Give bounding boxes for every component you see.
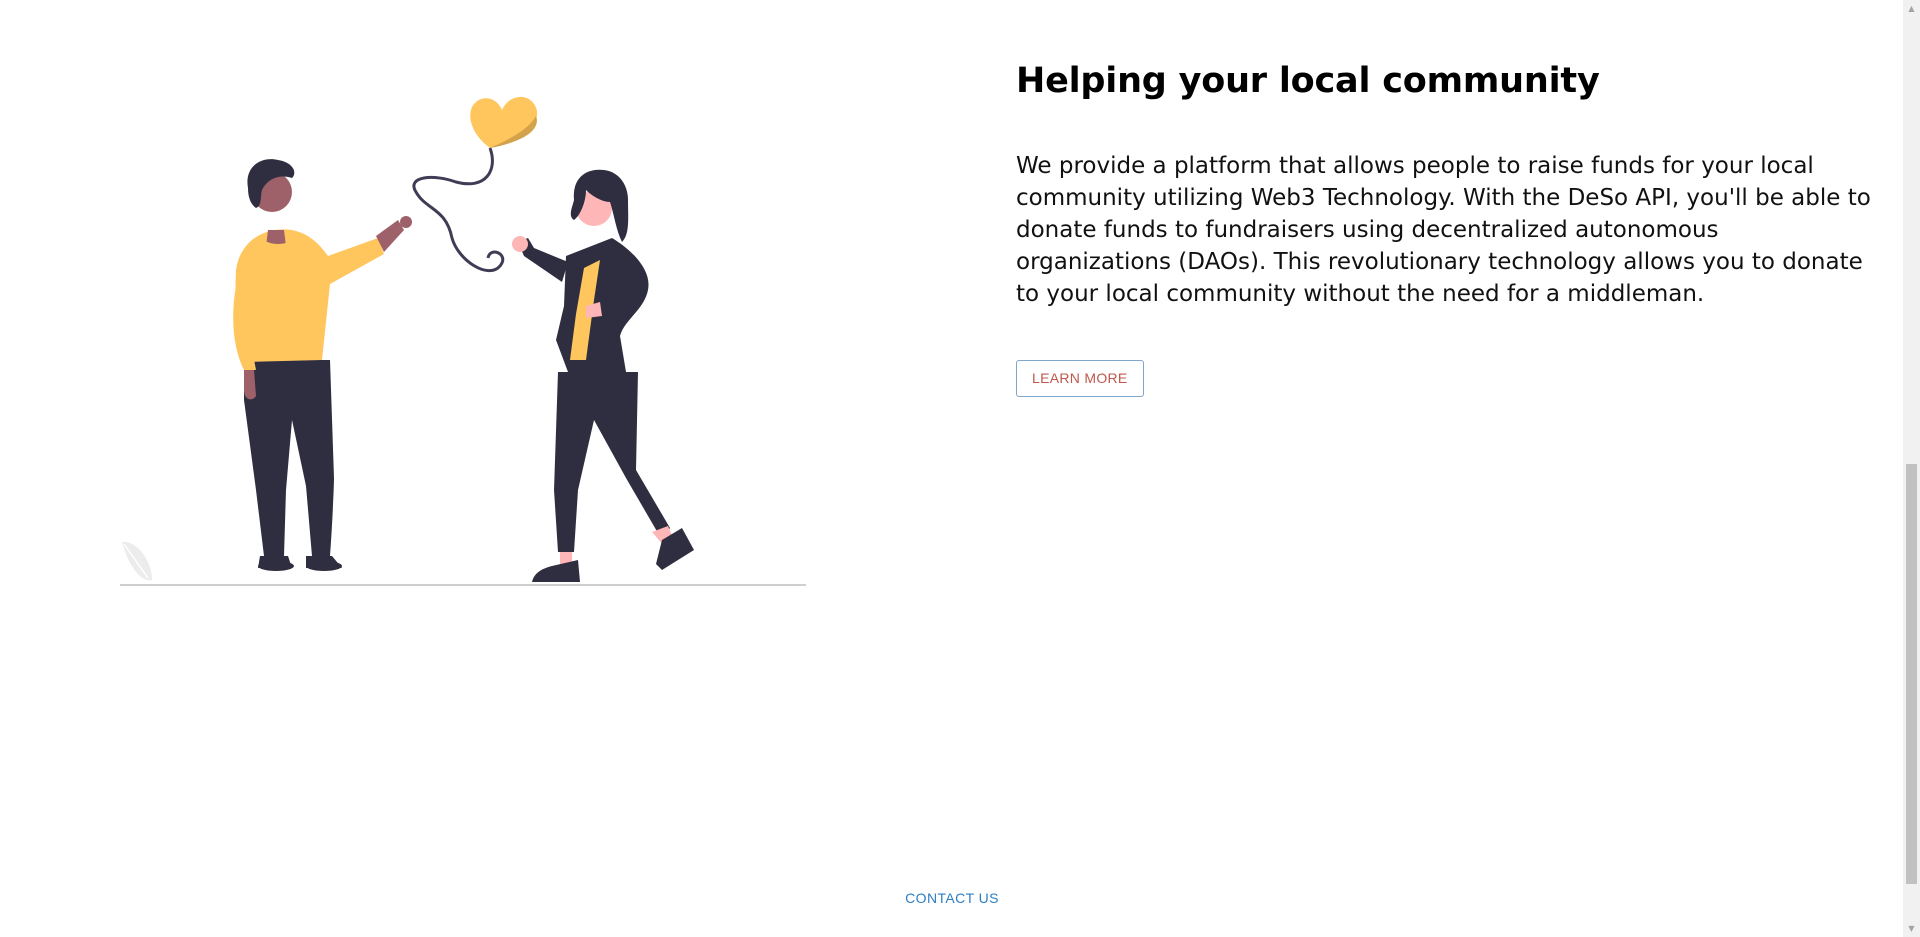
scroll-up-arrow-icon[interactable]: ▲ bbox=[1903, 0, 1920, 17]
scroll-down-arrow-icon[interactable]: ▼ bbox=[1903, 920, 1920, 937]
contact-us-link[interactable]: CONTACT US bbox=[0, 890, 1904, 906]
page-title: Helping your local community bbox=[1016, 61, 1600, 101]
hero-content: Helping your local community We provide … bbox=[1016, 56, 1886, 397]
learn-more-button[interactable]: LEARN MORE bbox=[1016, 360, 1144, 397]
scroll-thumb[interactable] bbox=[1906, 464, 1917, 884]
hero-description: We provide a platform that allows people… bbox=[1016, 153, 1871, 307]
people-heart-balloon-illustration bbox=[120, 96, 806, 586]
page: Helping your local community We provide … bbox=[0, 0, 1920, 937]
vertical-scrollbar[interactable]: ▲ ▼ bbox=[1903, 0, 1920, 937]
